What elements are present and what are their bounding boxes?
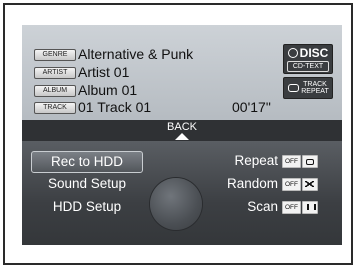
selector-knob — [150, 178, 202, 230]
hdd-setup-button[interactable]: HDD Setup — [31, 197, 143, 217]
scan-option[interactable]: Scan OFF — [200, 197, 338, 217]
album-value: Album 01 — [78, 82, 138, 98]
track-repeat-badge: TRACK REPEAT — [283, 77, 333, 99]
random-label: Random — [226, 176, 278, 191]
shuffle-icon — [302, 178, 318, 191]
cd-text-label: CD-TEXT — [287, 61, 329, 72]
genre-tag: GENRE — [34, 49, 76, 61]
repeat-option[interactable]: Repeat OFF — [200, 151, 338, 171]
audio-screen: GENRE Alternative & Punk ARTIST Artist 0… — [22, 25, 342, 245]
repeat-state-badge: OFF — [282, 155, 301, 168]
disc-label: DISC — [299, 46, 329, 60]
random-state-badge: OFF — [282, 178, 301, 191]
album-tag: ALBUM — [34, 85, 76, 97]
random-option[interactable]: Random OFF — [200, 174, 338, 194]
disc-badge: DISC CD-TEXT — [283, 44, 333, 74]
sound-setup-button[interactable]: Sound Setup — [31, 174, 143, 194]
rec-to-hdd-button[interactable]: Rec to HDD — [31, 151, 143, 173]
track-repeat-label: TRACK REPEAT — [301, 81, 329, 95]
scan-state-badge: OFF — [282, 201, 301, 214]
repeat-label: Repeat — [234, 153, 278, 168]
back-button[interactable]: BACK — [22, 120, 342, 141]
scan-label: Scan — [247, 199, 278, 214]
menu-area: Rec to HDD Sound Setup HDD Setup Repeat … — [22, 141, 342, 245]
track-value: 01 Track 01 — [78, 99, 152, 115]
artist-value: Artist 01 — [78, 64, 130, 80]
repeat-icon — [288, 84, 299, 92]
genre-value: Alternative & Punk — [78, 46, 194, 62]
scan-icon — [302, 201, 318, 214]
track-tag: TRACK — [34, 102, 76, 114]
repeat-icon — [302, 155, 318, 168]
up-arrow-icon — [175, 133, 189, 140]
figure-frame: GENRE Alternative & Punk ARTIST Artist 0… — [3, 3, 353, 265]
back-label: BACK — [167, 121, 197, 133]
elapsed-time: 00'17" — [232, 99, 271, 115]
artist-tag: ARTIST — [34, 67, 76, 79]
disc-icon — [287, 47, 298, 58]
